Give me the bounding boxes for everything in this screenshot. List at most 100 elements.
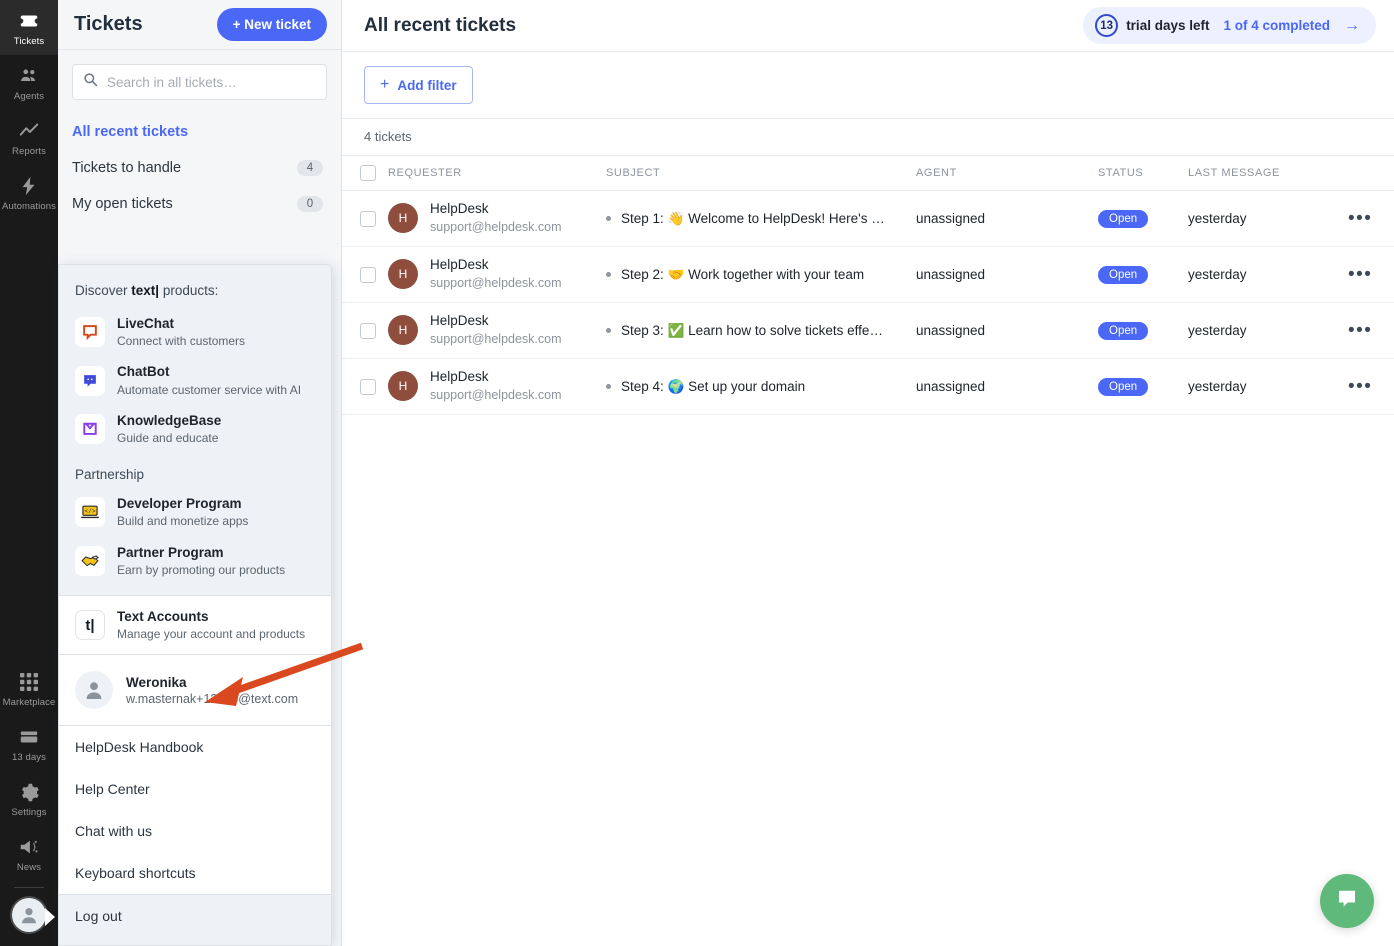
dropdown-user-profile[interactable]: Weronika w.masternak+12345@text.com [59, 655, 331, 726]
table-row[interactable]: H HelpDesk support@helpdesk.com Step 3: … [342, 302, 1394, 359]
dropdown-logout-button[interactable]: Log out [59, 895, 331, 938]
last-message-text: yesterday [1188, 322, 1247, 338]
partnership-heading: Partnership [75, 467, 145, 483]
dropdown-item-desc: Earn by promoting our products [117, 562, 286, 577]
last-message-cell: yesterday [1188, 190, 1348, 247]
trial-days-circle: 13 [1095, 14, 1119, 37]
table-row[interactable]: H HelpDesk support@helpdesk.com Step 2: … [342, 246, 1394, 303]
subject-cell[interactable]: Step 1: 👋 Welcome to HelpDesk! Here's … [606, 190, 916, 247]
row-select-cell [342, 358, 388, 415]
status-cell: Open [1098, 246, 1188, 303]
dropdown-item-partner-program[interactable]: Partner Program Earn by promoting our pr… [59, 537, 331, 585]
row-more-options-button[interactable]: ••• [1348, 264, 1372, 285]
status-badge: Open [1098, 322, 1149, 340]
subject-cell[interactable]: Step 3: ✅ Learn how to solve tickets eff… [606, 302, 916, 359]
chat-widget-button[interactable] [1320, 874, 1374, 928]
chat-bubble-icon [1334, 886, 1360, 917]
tickets-nav-list: All recent tickets Tickets to handle 4 M… [58, 100, 341, 222]
ticket-icon [18, 10, 40, 32]
row-checkbox[interactable] [360, 378, 376, 395]
unread-dot-icon [606, 216, 611, 221]
tickets-nav-label: All recent tickets [72, 124, 189, 140]
rail-item-tickets[interactable]: Tickets [0, 0, 58, 55]
rail-item-reports[interactable]: Reports [0, 110, 58, 165]
column-header-status[interactable]: STATUS [1098, 156, 1188, 191]
row-checkbox[interactable] [360, 322, 376, 339]
row-more-options-button[interactable]: ••• [1348, 208, 1372, 229]
tickets-nav-item-to-handle[interactable]: Tickets to handle 4 [58, 150, 341, 186]
gear-icon [18, 781, 40, 803]
unread-dot-icon [606, 272, 611, 277]
table-row[interactable]: H HelpDesk support@helpdesk.com Step 1: … [342, 190, 1394, 247]
tickets-nav-label: Tickets to handle [72, 160, 182, 176]
tickets-nav-item-my-open[interactable]: My open tickets 0 [58, 186, 341, 222]
rail-item-settings[interactable]: Settings [0, 771, 58, 826]
dropdown-item-chatbot[interactable]: ChatBot Automate customer service with A… [59, 356, 331, 404]
row-checkbox[interactable] [360, 210, 376, 227]
arrow-right-icon[interactable]: → [1344, 17, 1360, 34]
account-menu-button[interactable] [12, 888, 55, 946]
dropdown-link-helpdesk-handbook[interactable]: HelpDesk Handbook [59, 726, 331, 769]
last-message-text: yesterday [1188, 266, 1247, 282]
add-filter-button[interactable]: + Add filter [364, 66, 473, 104]
chatbot-icon [75, 365, 105, 396]
rail-item-automations[interactable]: Automations [0, 165, 58, 220]
dropdown-item-text: Partner Program Earn by promoting our pr… [117, 544, 285, 578]
dropdown-item-text: KnowledgeBase Guide and educate [117, 412, 221, 446]
row-checkbox[interactable] [360, 266, 376, 283]
agents-icon [18, 65, 40, 87]
rail-item-label: Tickets [13, 36, 45, 47]
trial-banner[interactable]: 13 trial days left 1 of 4 completed → [1083, 7, 1376, 44]
plus-icon: + [380, 76, 390, 93]
avatar[interactable] [12, 898, 46, 932]
requester-email: support@helpdesk.com [430, 220, 562, 235]
last-message-text: yesterday [1188, 378, 1247, 394]
agent-name: unassigned [916, 378, 986, 394]
tickets-nav-item-all-recent[interactable]: All recent tickets [58, 114, 341, 150]
subscription-icon [18, 726, 40, 748]
dropdown-link-chat-with-us[interactable]: Chat with us [59, 810, 331, 853]
dropdown-link-keyboard-shortcuts[interactable]: Keyboard shortcuts [59, 852, 331, 895]
subject-cell[interactable]: Step 2: 🤝 Work together with your team [606, 246, 916, 303]
dropdown-user-email: w.masternak+12345@text.com [126, 691, 299, 706]
rail-item-news[interactable]: News [0, 826, 58, 881]
select-all-cell [342, 156, 388, 191]
subject-cell[interactable]: Step 4: 🌍 Set up your domain [606, 358, 916, 415]
marketplace-icon [18, 671, 40, 693]
dropdown-item-developer-program[interactable]: </> Developer Program Build and monetize… [59, 488, 331, 536]
dropdown-link-help-center[interactable]: Help Center [59, 768, 331, 811]
row-select-cell [342, 190, 388, 247]
subject-text: Step 2: 🤝 Work together with your team [621, 266, 865, 282]
text-brand-label: text| [131, 283, 160, 298]
new-ticket-button[interactable]: + New ticket [216, 8, 327, 41]
requester-cell: H HelpDesk support@helpdesk.com [388, 358, 606, 415]
row-more-options-button[interactable]: ••• [1348, 320, 1372, 341]
column-header-requester[interactable]: REQUESTER [388, 156, 606, 191]
select-all-checkbox[interactable] [360, 165, 376, 181]
rail-item-subscription[interactable]: 13 days [0, 716, 58, 771]
dropdown-item-knowledgebase[interactable]: KnowledgeBase Guide and educate [59, 405, 331, 453]
subject-text: Step 4: 🌍 Set up your domain [621, 378, 806, 394]
dropdown-item-name: KnowledgeBase [117, 412, 222, 428]
agent-cell: unassigned [916, 246, 1098, 303]
agent-cell: unassigned [916, 358, 1098, 415]
column-header-last-message[interactable]: LAST MESSAGE [1188, 156, 1348, 191]
row-select-cell [342, 246, 388, 303]
developer-program-icon: </> [75, 497, 105, 528]
row-more-options-button[interactable]: ••• [1348, 376, 1372, 397]
table-row[interactable]: H HelpDesk support@helpdesk.com Step 4: … [342, 358, 1394, 415]
rail-item-agents[interactable]: Agents [0, 55, 58, 110]
requester-avatar: H [388, 371, 418, 402]
dropdown-item-text-accounts[interactable]: t| Text Accounts Manage your account and… [59, 596, 331, 655]
requester-email: support@helpdesk.com [430, 276, 562, 291]
rail-item-marketplace[interactable]: Marketplace [0, 661, 58, 716]
search-box[interactable] [72, 64, 327, 100]
page-title: All recent tickets [364, 14, 517, 36]
column-header-agent[interactable]: AGENT [916, 156, 1098, 191]
dropdown-item-desc: Manage your account and products [117, 627, 306, 642]
search-icon [83, 72, 98, 92]
rail-item-label: Reports [12, 146, 46, 157]
column-header-subject[interactable]: SUBJECT [606, 156, 916, 191]
dropdown-item-livechat[interactable]: LiveChat Connect with customers [59, 308, 331, 356]
search-input[interactable] [107, 74, 316, 90]
